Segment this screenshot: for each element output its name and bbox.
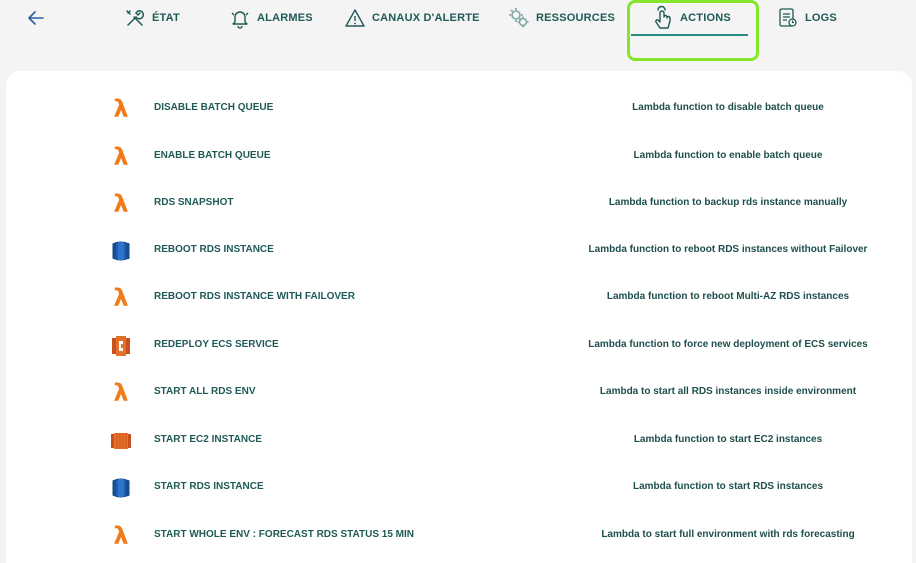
- action-row[interactable]: λ REBOOT RDS INSTANCE WITH FAILOVER Lamb…: [6, 283, 912, 313]
- action-row[interactable]: REBOOT RDS INSTANCE Lambda function to r…: [6, 236, 912, 266]
- tab-etat[interactable]: ÉTAT: [124, 6, 180, 30]
- action-name[interactable]: START EC2 INSTANCE: [154, 434, 262, 445]
- ecs-service-icon: [109, 334, 133, 358]
- top-navigation: ÉTAT ALARMES CANAUX D'ALERTE RESSOURCES …: [0, 0, 916, 70]
- tab-label: LOGS: [805, 12, 837, 24]
- tab-canaux-d-alerte[interactable]: CANAUX D'ALERTE: [344, 6, 480, 30]
- action-name[interactable]: DISABLE BATCH QUEUE: [154, 102, 273, 113]
- lambda-icon: λ: [113, 143, 129, 171]
- tap-hand-icon: [652, 5, 674, 29]
- tab-label: ACTIONS: [680, 12, 731, 24]
- tab-alarmes[interactable]: ALARMES: [229, 6, 313, 30]
- tab-label: RESSOURCES: [536, 12, 616, 24]
- back-arrow-icon[interactable]: [26, 9, 46, 27]
- action-name[interactable]: START RDS INSTANCE: [154, 481, 264, 492]
- active-tab-underline: [631, 34, 748, 36]
- tab-ressources[interactable]: RESSOURCES: [508, 6, 615, 30]
- action-description: Lambda function to backup rds instance m…: [608, 197, 848, 208]
- tab-logs[interactable]: LOGS: [777, 6, 837, 30]
- action-description: Lambda function to enable batch queue: [633, 150, 823, 161]
- log-file-icon: [777, 7, 799, 29]
- tab-label: ÉTAT: [152, 12, 180, 24]
- action-row[interactable]: λ RDS SNAPSHOT Lambda function to backup…: [6, 189, 912, 219]
- ec2-instance-icon: [109, 429, 133, 453]
- gears-icon: [508, 7, 530, 29]
- action-description: Lambda function to reboot RDS instances …: [588, 244, 868, 255]
- warning-triangle-icon: [344, 7, 366, 29]
- action-row[interactable]: λ DISABLE BATCH QUEUE Lambda function to…: [6, 94, 912, 124]
- tab-label: ALARMES: [257, 12, 313, 24]
- action-row[interactable]: λ START WHOLE ENV : FORECAST RDS STATUS …: [6, 521, 912, 551]
- lambda-icon: λ: [113, 95, 129, 123]
- tab-actions[interactable]: ACTIONS: [652, 5, 731, 30]
- lambda-icon: λ: [113, 522, 129, 550]
- action-description: Lambda function to reboot Multi-AZ RDS i…: [606, 291, 850, 302]
- action-name[interactable]: START ALL RDS ENV: [154, 386, 255, 397]
- action-name[interactable]: ENABLE BATCH QUEUE: [154, 150, 270, 161]
- action-description: Lambda to start full environment with rd…: [601, 529, 855, 540]
- actions-panel: λ DISABLE BATCH QUEUE Lambda function to…: [6, 71, 912, 563]
- action-name[interactable]: REBOOT RDS INSTANCE: [154, 244, 274, 255]
- action-description: Lambda function to start RDS instances: [632, 481, 824, 492]
- action-name[interactable]: START WHOLE ENV : FORECAST RDS STATUS 15…: [154, 529, 414, 540]
- action-name[interactable]: REBOOT RDS INSTANCE WITH FAILOVER: [154, 291, 355, 302]
- rds-database-icon: [109, 476, 133, 500]
- action-name[interactable]: REDEPLOY ECS SERVICE: [154, 339, 279, 350]
- action-row[interactable]: λ ENABLE BATCH QUEUE Lambda function to …: [6, 142, 912, 172]
- action-row[interactable]: START EC2 INSTANCE Lambda function to st…: [6, 426, 912, 456]
- lambda-icon: λ: [113, 379, 129, 407]
- tab-label: CANAUX D'ALERTE: [372, 12, 480, 24]
- wrench-tools-icon: [124, 7, 146, 29]
- action-name[interactable]: RDS SNAPSHOT: [154, 197, 233, 208]
- action-description: Lambda function to force new deployment …: [588, 339, 868, 350]
- action-row[interactable]: START RDS INSTANCE Lambda function to st…: [6, 473, 912, 503]
- action-row[interactable]: λ START ALL RDS ENV Lambda to start all …: [6, 378, 912, 408]
- lambda-icon: λ: [113, 284, 129, 312]
- rds-database-icon: [109, 239, 133, 263]
- action-row[interactable]: REDEPLOY ECS SERVICE Lambda function to …: [6, 331, 912, 361]
- bell-icon: [229, 7, 251, 29]
- action-description: Lambda function to start EC2 instances: [633, 434, 823, 445]
- lambda-icon: λ: [113, 190, 129, 218]
- action-description: Lambda function to disable batch queue: [632, 102, 824, 113]
- action-description: Lambda to start all RDS instances inside…: [599, 386, 857, 397]
